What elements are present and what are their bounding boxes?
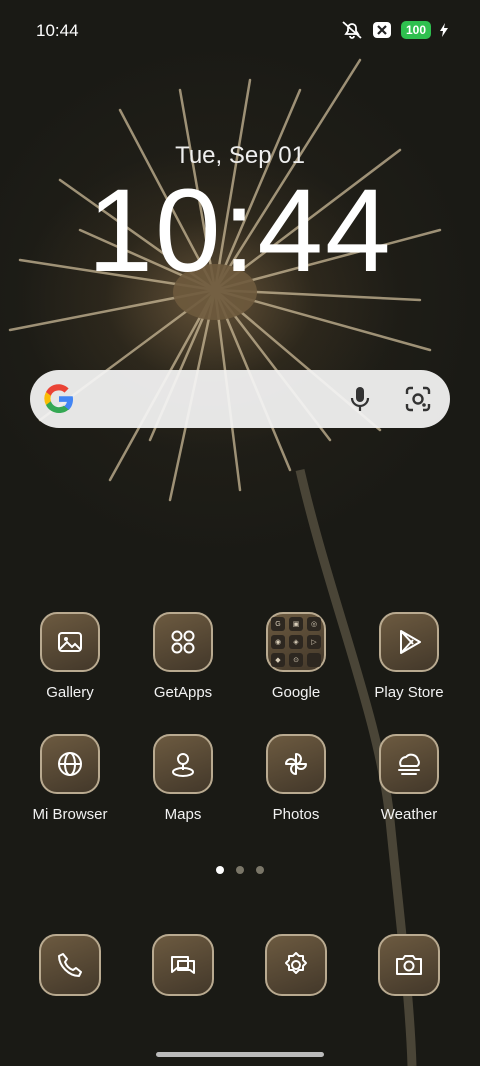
page-dot-3[interactable] bbox=[256, 866, 264, 874]
app-label: Google bbox=[271, 684, 321, 701]
settings-gear-icon bbox=[265, 934, 327, 996]
page-dot-1[interactable] bbox=[216, 866, 224, 874]
weather-icon bbox=[379, 734, 439, 794]
camera-icon bbox=[378, 934, 440, 996]
app-play-store[interactable]: Play Store bbox=[354, 612, 464, 701]
app-label: Mi Browser bbox=[32, 806, 108, 823]
app-mi-browser[interactable]: Mi Browser bbox=[15, 734, 125, 823]
google-folder-icon: G ▣ ◎ ◉ ◈ ▷ ◆ ⊙ bbox=[266, 612, 326, 672]
battery-level: 100 bbox=[400, 21, 431, 39]
app-label: Photos bbox=[272, 806, 320, 823]
app-getapps[interactable]: GetApps bbox=[128, 612, 238, 701]
page-indicator bbox=[0, 866, 480, 874]
messages-icon bbox=[152, 934, 214, 996]
google-g-icon bbox=[44, 384, 73, 414]
pinwheel-icon bbox=[266, 734, 326, 794]
page-dot-2[interactable] bbox=[236, 866, 244, 874]
phone-icon bbox=[39, 934, 101, 996]
lockscreen-clock: 10:44 bbox=[87, 165, 393, 297]
status-icons: 100 bbox=[341, 20, 448, 40]
app-label: Play Store bbox=[374, 684, 444, 701]
status-bar: 10:44 100 bbox=[0, 0, 480, 62]
home-gesture-bar[interactable] bbox=[156, 1052, 324, 1057]
app-label: Weather bbox=[380, 806, 438, 823]
lens-camera-icon[interactable] bbox=[402, 383, 434, 415]
app-photos[interactable]: Photos bbox=[241, 734, 351, 823]
app-maps[interactable]: Maps bbox=[128, 734, 238, 823]
dock-settings[interactable] bbox=[241, 934, 351, 996]
status-time: 10:44 bbox=[36, 21, 79, 40]
app-gallery[interactable]: Gallery bbox=[15, 612, 125, 701]
app-label: Maps bbox=[164, 806, 202, 823]
gallery-icon bbox=[40, 612, 100, 672]
charging-icon bbox=[440, 23, 448, 37]
close-box-icon bbox=[372, 22, 391, 38]
mute-icon bbox=[342, 21, 362, 39]
getapps-icon bbox=[153, 612, 213, 672]
dock-messages[interactable] bbox=[128, 934, 238, 996]
maps-pin-icon bbox=[153, 734, 213, 794]
app-google-folder[interactable]: G ▣ ◎ ◉ ◈ ▷ ◆ ⊙ Google bbox=[241, 612, 351, 701]
app-weather[interactable]: Weather bbox=[354, 734, 464, 823]
microphone-icon[interactable] bbox=[344, 383, 376, 415]
dock-camera[interactable] bbox=[354, 934, 464, 996]
dock-phone[interactable] bbox=[15, 934, 125, 996]
play-store-icon bbox=[379, 612, 439, 672]
globe-icon bbox=[40, 734, 100, 794]
app-label: Gallery bbox=[46, 684, 94, 701]
app-label: GetApps bbox=[153, 684, 213, 701]
google-search-bar[interactable] bbox=[30, 370, 450, 428]
